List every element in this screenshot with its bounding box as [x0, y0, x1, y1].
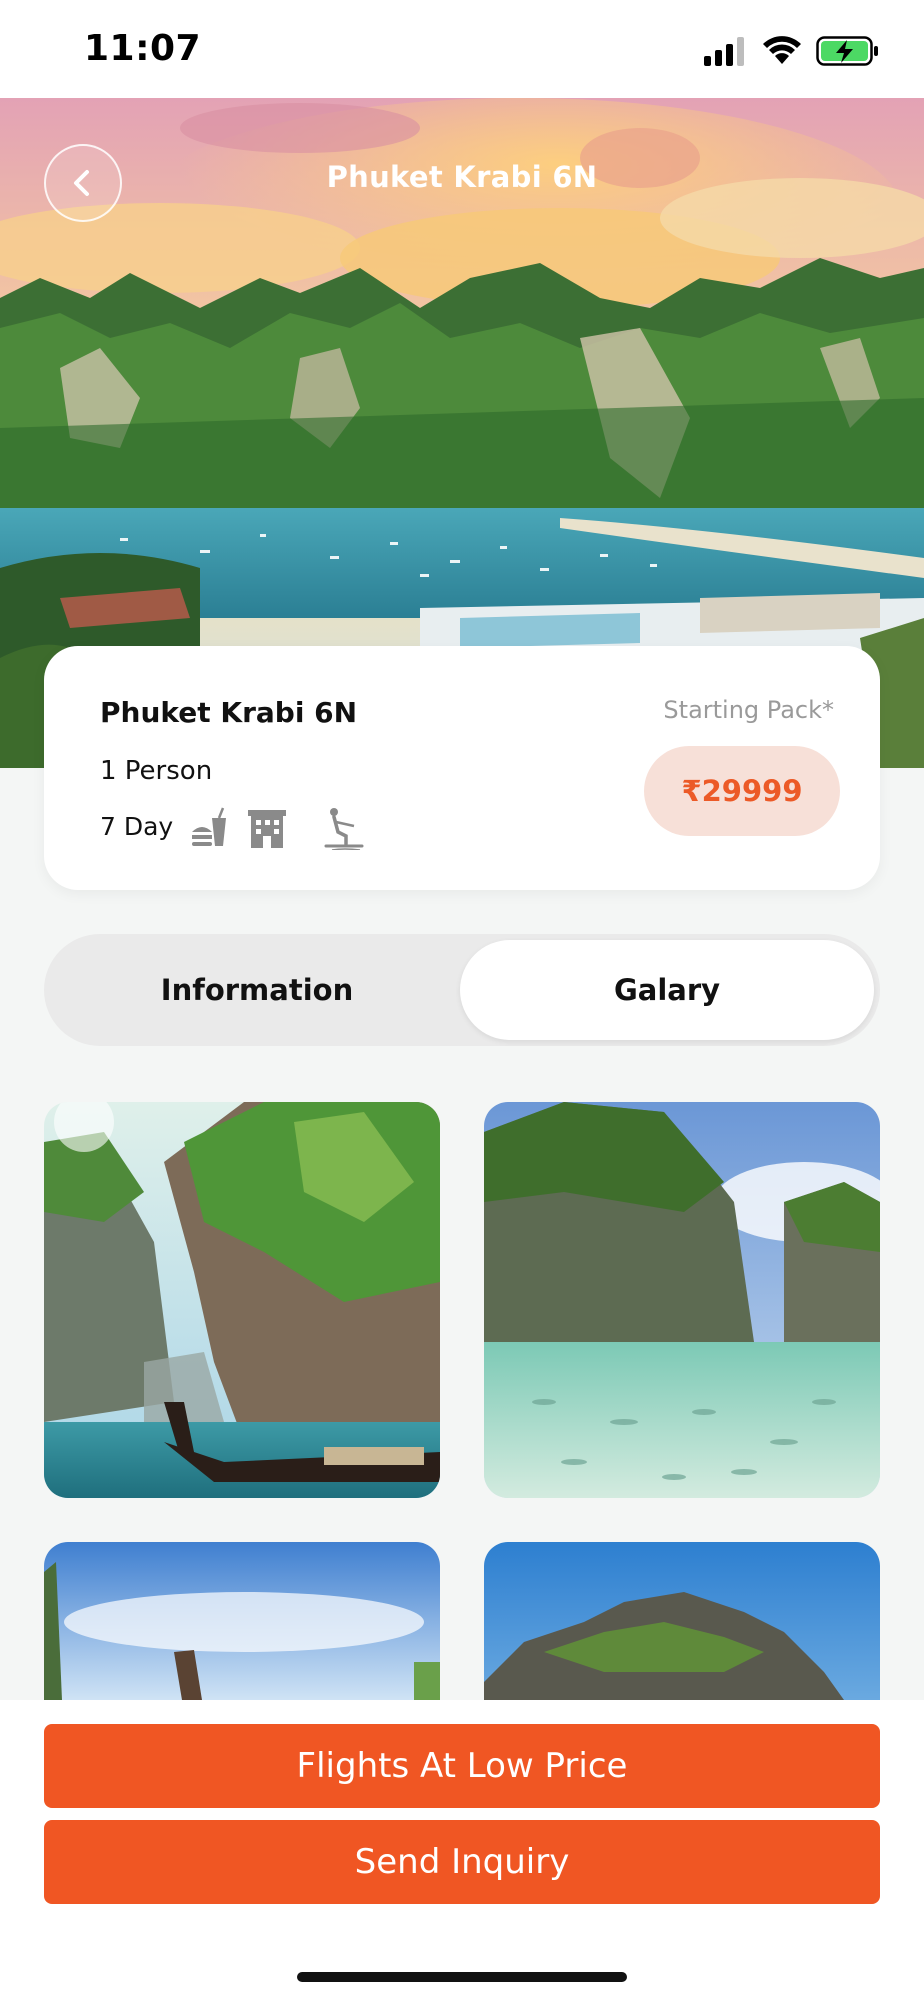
gallery-photo[interactable] — [484, 1102, 880, 1498]
hotel-icon — [248, 810, 286, 848]
tab-information[interactable]: Information — [50, 940, 464, 1040]
water-ski-icon — [324, 808, 364, 850]
send-inquiry-button[interactable]: Send Inquiry — [44, 1820, 880, 1904]
package-info-card: Phuket Krabi 6N 1 Person 7 Day Starting … — [44, 646, 880, 890]
photo-beach-longtail — [44, 1542, 440, 1700]
battery-charging-icon — [816, 36, 878, 66]
status-bar: 11:07 — [0, 0, 924, 98]
status-time: 11:07 — [84, 28, 202, 69]
package-persons: 1 Person — [100, 756, 213, 786]
photo-rocky-island — [484, 1542, 880, 1700]
food-drink-icon — [192, 807, 226, 846]
price-label: Starting Pack* — [663, 696, 834, 724]
home-indicator[interactable] — [297, 1972, 627, 1982]
gallery-photo[interactable] — [484, 1542, 880, 1700]
bottom-action-panel: Flights At Low Price Send Inquiry — [0, 1700, 924, 2000]
cellular-signal-icon — [704, 37, 744, 66]
flights-button[interactable]: Flights At Low Price — [44, 1724, 880, 1808]
package-name: Phuket Krabi 6N — [100, 696, 358, 729]
page-title: Phuket Krabi 6N — [326, 160, 598, 194]
price-badge: ₹29999 — [644, 746, 840, 836]
tab-gallery[interactable]: Galary — [460, 940, 874, 1040]
photo-limestone-islands — [484, 1102, 880, 1498]
gallery-photo[interactable] — [44, 1102, 440, 1498]
wifi-icon — [763, 36, 801, 64]
gallery-photo[interactable] — [44, 1542, 440, 1700]
photo-longtail-boat-cliffs — [44, 1102, 440, 1498]
tab-bar: Information Galary — [44, 934, 880, 1046]
package-duration: 7 Day — [100, 812, 174, 841]
